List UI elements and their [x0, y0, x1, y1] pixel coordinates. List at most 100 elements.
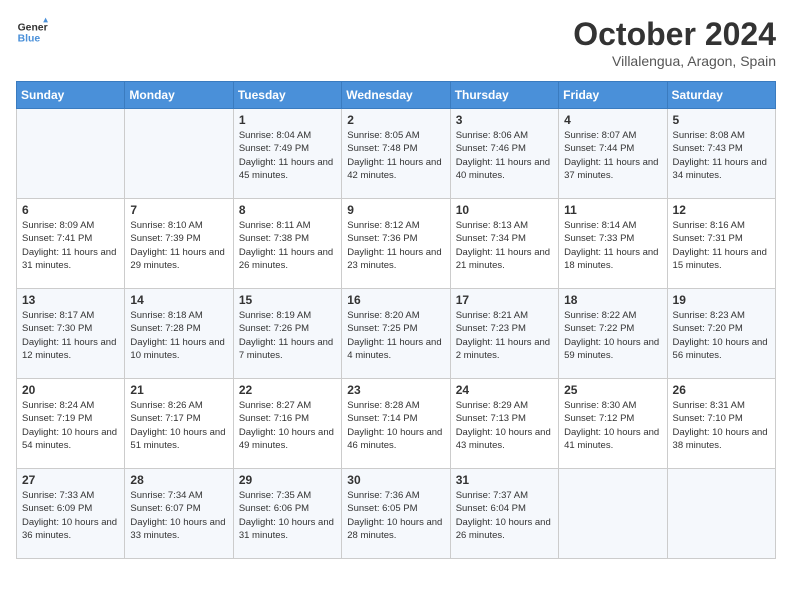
day-number: 16: [347, 293, 444, 307]
day-number: 6: [22, 203, 119, 217]
day-number: 26: [673, 383, 770, 397]
day-info: Sunrise: 8:23 AM Sunset: 7:20 PM Dayligh…: [673, 309, 770, 362]
calendar-cell: 17Sunrise: 8:21 AM Sunset: 7:23 PM Dayli…: [450, 289, 558, 379]
day-info: Sunrise: 7:37 AM Sunset: 6:04 PM Dayligh…: [456, 489, 553, 542]
day-header-wednesday: Wednesday: [342, 82, 450, 109]
day-info: Sunrise: 8:20 AM Sunset: 7:25 PM Dayligh…: [347, 309, 444, 362]
day-info: Sunrise: 8:11 AM Sunset: 7:38 PM Dayligh…: [239, 219, 336, 272]
day-number: 30: [347, 473, 444, 487]
day-info: Sunrise: 8:30 AM Sunset: 7:12 PM Dayligh…: [564, 399, 661, 452]
calendar-cell: 15 Sunrise: 8:19 AM Sunset: 7:26 PM Dayli…: [233, 289, 341, 379]
calendar-header: SundayMondayTuesdayWednesdayThursdayFrid…: [17, 82, 776, 109]
day-number: 10: [456, 203, 553, 217]
day-number: 25: [564, 383, 661, 397]
day-number: 17: [456, 293, 553, 307]
day-number: 31: [456, 473, 553, 487]
day-info: Sunrise: 8:28 AM Sunset: 7:14 PM Dayligh…: [347, 399, 444, 452]
day-info: Sunrise: 8:09 AM Sunset: 7:41 PM Dayligh…: [22, 219, 119, 272]
svg-text:General: General: [18, 22, 48, 33]
calendar-cell: 14 Sunrise: 8:18 AM Sunset: 7:28 PM Dayli…: [125, 289, 233, 379]
title-block: October 2024 Villalengua, Aragon, Spain: [573, 16, 776, 69]
calendar-cell: 21 Sunrise: 8:26 AM Sunset: 7:17 PM Dayli…: [125, 379, 233, 469]
day-info: Sunrise: 7:33 AM Sunset: 6:09 PM Dayligh…: [22, 489, 119, 542]
day-header-friday: Friday: [559, 82, 667, 109]
calendar-cell: 1 Sunrise: 8:04 AM Sunset: 7:49 PM Daylig…: [233, 109, 341, 199]
day-info: Sunrise: 8:22 AM Sunset: 7:22 PM Dayligh…: [564, 309, 661, 362]
month-title: October 2024: [573, 16, 776, 53]
page-header: General Blue General Blue October 2024 V…: [16, 16, 776, 69]
calendar-cell: 12 Sunrise: 8:16 AM Sunset: 7:31 PM Dayli…: [667, 199, 775, 289]
calendar-week-5: 27 Sunrise: 7:33 AM Sunset: 6:09 PM Dayli…: [17, 469, 776, 559]
day-number: 5: [673, 113, 770, 127]
day-info: Sunrise: 7:35 AM Sunset: 6:06 PM Dayligh…: [239, 489, 336, 542]
day-header-monday: Monday: [125, 82, 233, 109]
calendar-week-3: 13Sunrise: 8:17 AM Sunset: 7:30 PM Dayli…: [17, 289, 776, 379]
calendar-cell: 16 Sunrise: 8:20 AM Sunset: 7:25 PM Dayli…: [342, 289, 450, 379]
svg-text:Blue: Blue: [18, 34, 41, 45]
calendar-cell: 10 Sunrise: 8:13 AM Sunset: 7:34 PM Dayli…: [450, 199, 558, 289]
calendar-week-4: 20 Sunrise: 8:24 AM Sunset: 7:19 PM Dayli…: [17, 379, 776, 469]
calendar-cell: 6 Sunrise: 8:09 AM Sunset: 7:41 PM Daylig…: [17, 199, 125, 289]
day-number: 28: [130, 473, 227, 487]
day-number: 9: [347, 203, 444, 217]
calendar-cell: 3Sunrise: 8:06 AM Sunset: 7:46 PM Daylig…: [450, 109, 558, 199]
calendar-cell: 29 Sunrise: 7:35 AM Sunset: 6:06 PM Dayli…: [233, 469, 341, 559]
day-info: Sunrise: 8:16 AM Sunset: 7:31 PM Dayligh…: [673, 219, 770, 272]
calendar-cell: 8Sunrise: 8:11 AM Sunset: 7:38 PM Daylig…: [233, 199, 341, 289]
calendar-cell: 7 Sunrise: 8:10 AM Sunset: 7:39 PM Daylig…: [125, 199, 233, 289]
day-number: 18: [564, 293, 661, 307]
day-number: 11: [564, 203, 661, 217]
calendar-cell: [17, 109, 125, 199]
logo: General Blue General Blue: [16, 16, 48, 48]
day-info: Sunrise: 8:18 AM Sunset: 7:28 PM Dayligh…: [130, 309, 227, 362]
day-number: 1: [239, 113, 336, 127]
calendar-cell: [667, 469, 775, 559]
calendar-cell: 19 Sunrise: 8:23 AM Sunset: 7:20 PM Dayli…: [667, 289, 775, 379]
day-number: 27: [22, 473, 119, 487]
calendar-cell: 22Sunrise: 8:27 AM Sunset: 7:16 PM Dayli…: [233, 379, 341, 469]
day-info: Sunrise: 8:10 AM Sunset: 7:39 PM Dayligh…: [130, 219, 227, 272]
day-info: Sunrise: 8:31 AM Sunset: 7:10 PM Dayligh…: [673, 399, 770, 452]
calendar-cell: 13Sunrise: 8:17 AM Sunset: 7:30 PM Dayli…: [17, 289, 125, 379]
calendar-cell: 27 Sunrise: 7:33 AM Sunset: 6:09 PM Dayli…: [17, 469, 125, 559]
calendar-week-1: 1 Sunrise: 8:04 AM Sunset: 7:49 PM Daylig…: [17, 109, 776, 199]
day-number: 29: [239, 473, 336, 487]
day-number: 24: [456, 383, 553, 397]
day-info: Sunrise: 8:19 AM Sunset: 7:26 PM Dayligh…: [239, 309, 336, 362]
day-info: Sunrise: 7:34 AM Sunset: 6:07 PM Dayligh…: [130, 489, 227, 542]
logo-icon: General Blue: [16, 16, 48, 48]
calendar-cell: 30 Sunrise: 7:36 AM Sunset: 6:05 PM Dayli…: [342, 469, 450, 559]
calendar-cell: 31 Sunrise: 7:37 AM Sunset: 6:04 PM Dayli…: [450, 469, 558, 559]
calendar-cell: 9 Sunrise: 8:12 AM Sunset: 7:36 PM Daylig…: [342, 199, 450, 289]
calendar-cell: [559, 469, 667, 559]
day-info: Sunrise: 8:12 AM Sunset: 7:36 PM Dayligh…: [347, 219, 444, 272]
calendar-table: SundayMondayTuesdayWednesdayThursdayFrid…: [16, 81, 776, 559]
day-number: 7: [130, 203, 227, 217]
day-info: Sunrise: 8:08 AM Sunset: 7:43 PM Dayligh…: [673, 129, 770, 182]
calendar-cell: 25 Sunrise: 8:30 AM Sunset: 7:12 PM Dayli…: [559, 379, 667, 469]
day-info: Sunrise: 8:14 AM Sunset: 7:33 PM Dayligh…: [564, 219, 661, 272]
calendar-cell: 23Sunrise: 8:28 AM Sunset: 7:14 PM Dayli…: [342, 379, 450, 469]
day-number: 15: [239, 293, 336, 307]
day-info: Sunrise: 8:26 AM Sunset: 7:17 PM Dayligh…: [130, 399, 227, 452]
day-info: Sunrise: 8:05 AM Sunset: 7:48 PM Dayligh…: [347, 129, 444, 182]
day-info: Sunrise: 8:29 AM Sunset: 7:13 PM Dayligh…: [456, 399, 553, 452]
day-number: 14: [130, 293, 227, 307]
calendar-cell: [125, 109, 233, 199]
day-info: Sunrise: 8:13 AM Sunset: 7:34 PM Dayligh…: [456, 219, 553, 272]
day-number: 21: [130, 383, 227, 397]
day-header-tuesday: Tuesday: [233, 82, 341, 109]
day-number: 4: [564, 113, 661, 127]
calendar-cell: 2 Sunrise: 8:05 AM Sunset: 7:48 PM Daylig…: [342, 109, 450, 199]
day-number: 12: [673, 203, 770, 217]
day-header-saturday: Saturday: [667, 82, 775, 109]
day-info: Sunrise: 8:24 AM Sunset: 7:19 PM Dayligh…: [22, 399, 119, 452]
day-number: 19: [673, 293, 770, 307]
day-info: Sunrise: 7:36 AM Sunset: 6:05 PM Dayligh…: [347, 489, 444, 542]
day-info: Sunrise: 8:27 AM Sunset: 7:16 PM Dayligh…: [239, 399, 336, 452]
calendar-cell: 11 Sunrise: 8:14 AM Sunset: 7:33 PM Dayli…: [559, 199, 667, 289]
day-header-thursday: Thursday: [450, 82, 558, 109]
day-number: 20: [22, 383, 119, 397]
day-info: Sunrise: 8:04 AM Sunset: 7:49 PM Dayligh…: [239, 129, 336, 182]
day-number: 2: [347, 113, 444, 127]
